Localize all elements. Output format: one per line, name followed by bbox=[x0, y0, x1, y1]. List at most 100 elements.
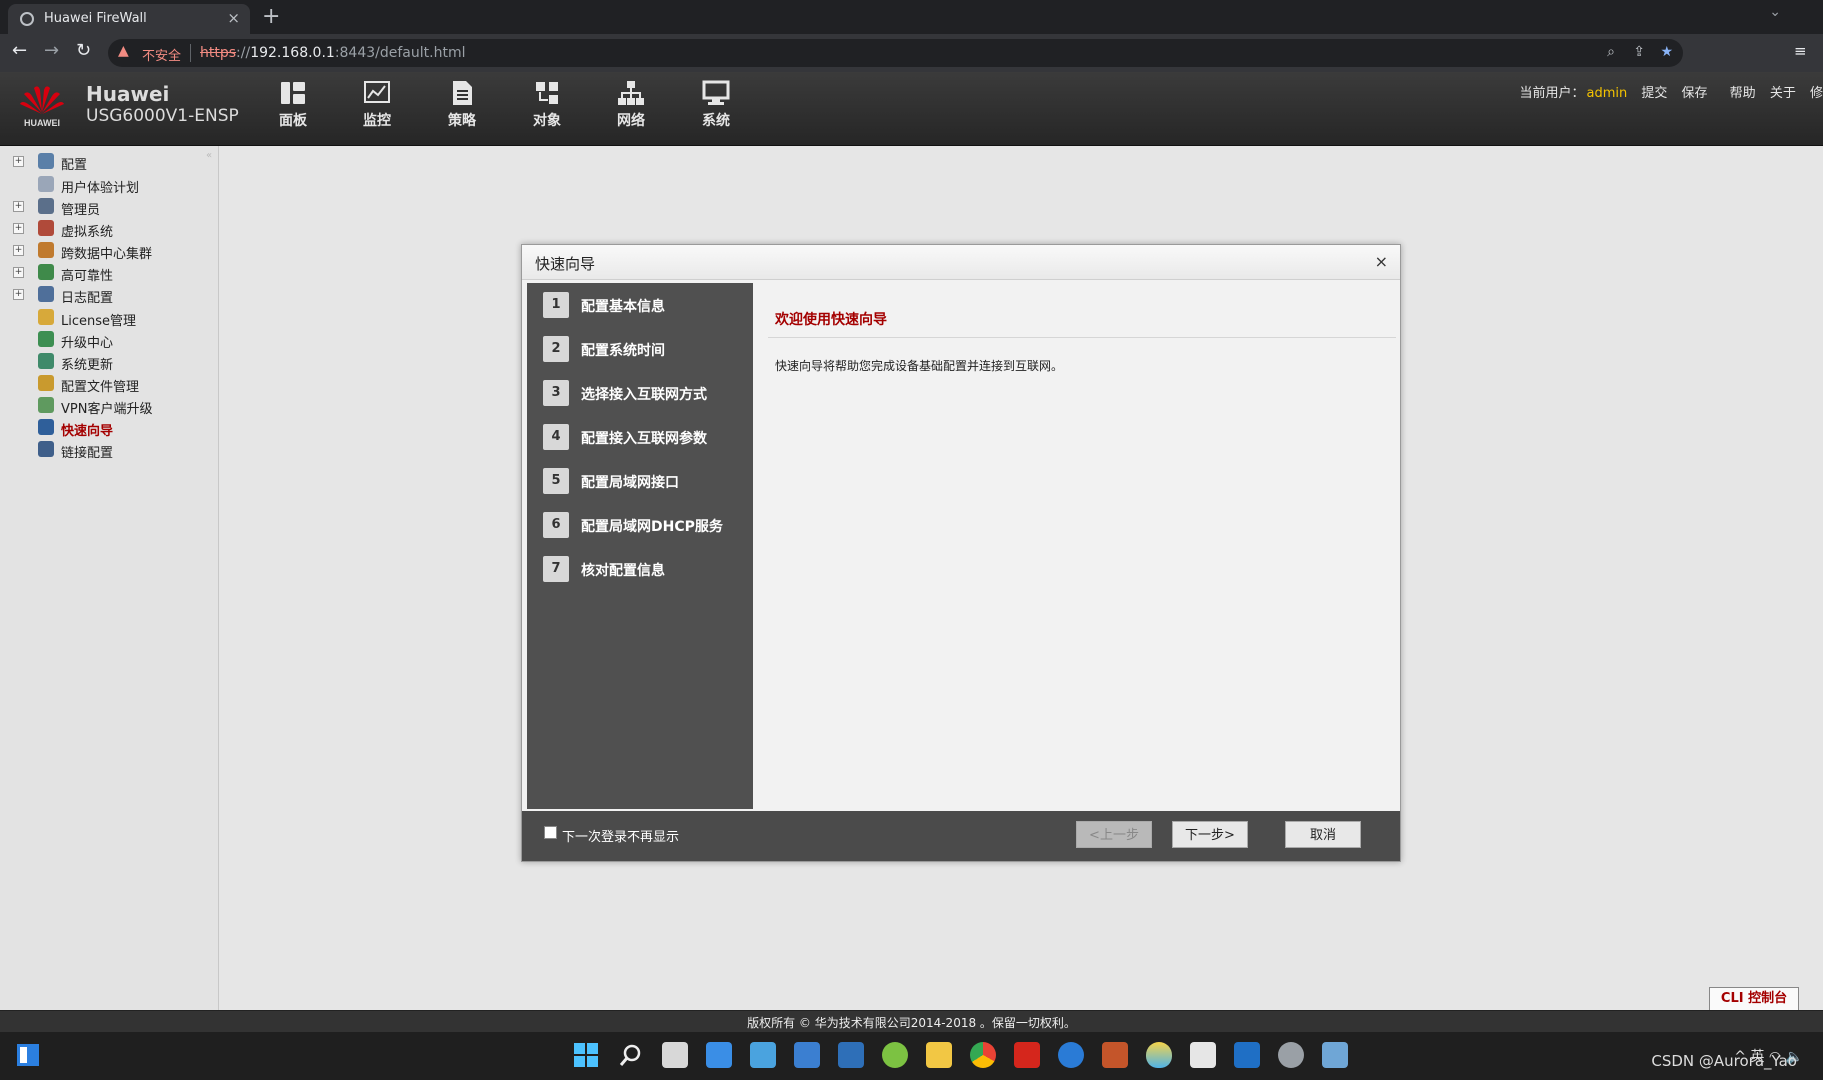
address-toolbar: ← → ↻ ▲ 不安全 https://192.168.0.1:8443/def… bbox=[0, 34, 1823, 72]
step-label: 配置局域网DHCP服务 bbox=[581, 519, 723, 535]
sidebar-item[interactable]: + 管理员 bbox=[0, 195, 218, 219]
zoom-icon[interactable]: ⌕ bbox=[1607, 44, 1615, 60]
collapse-sidebar-icon[interactable]: « bbox=[206, 150, 212, 161]
expand-plus-icon[interactable]: + bbox=[13, 245, 24, 256]
chrome-icon[interactable] bbox=[970, 1042, 996, 1068]
start-windows-icon[interactable] bbox=[573, 1042, 599, 1068]
sidebar-item[interactable]: 用户体验计划 bbox=[0, 173, 218, 197]
url-text[interactable]: https://192.168.0.1:8443/default.html bbox=[200, 45, 465, 61]
windows-widgets-icon[interactable] bbox=[17, 1044, 39, 1066]
tab-search-chevron-icon[interactable]: ⌄ bbox=[1769, 4, 1781, 20]
star-bookmark-icon[interactable]: ★ bbox=[1660, 44, 1673, 60]
nav-label: 对象 bbox=[533, 113, 561, 129]
policy-icon bbox=[453, 81, 472, 105]
sidebar-item[interactable]: + 高可靠性 bbox=[0, 261, 218, 285]
sidebar-item[interactable]: + 虚拟系统 bbox=[0, 217, 218, 241]
save-link[interactable]: 保存 bbox=[1682, 86, 1708, 101]
dialog-title: 快速向导 bbox=[535, 255, 596, 273]
settings-icon[interactable] bbox=[1278, 1042, 1304, 1068]
dialog-close-icon[interactable]: × bbox=[1375, 252, 1388, 271]
sidebar-item[interactable]: VPN客户端升级 bbox=[0, 394, 218, 418]
dont-show-again-label[interactable]: 下一次登录不再显示 bbox=[562, 826, 679, 845]
sidebar-item-label: 日志配置 bbox=[61, 291, 114, 306]
heading-divider bbox=[768, 337, 1396, 338]
nav-system[interactable]: 系统 bbox=[686, 80, 746, 130]
nav-monitor[interactable]: 监控 bbox=[347, 80, 407, 130]
tree-node-icon bbox=[38, 309, 54, 325]
prev-step-button[interactable]: <上一步 bbox=[1076, 821, 1152, 848]
browser-tab[interactable]: Huawei FireWall × bbox=[8, 4, 250, 34]
snipping-tool-icon[interactable] bbox=[1190, 1042, 1216, 1068]
tree-node-icon bbox=[38, 375, 54, 391]
expand-plus-icon[interactable]: + bbox=[13, 223, 24, 234]
tree-node-icon bbox=[38, 153, 54, 169]
file-explorer-icon[interactable] bbox=[926, 1042, 952, 1068]
virtualbox-icon[interactable] bbox=[794, 1042, 820, 1068]
app-icon[interactable] bbox=[882, 1042, 908, 1068]
nav-policy[interactable]: 策略 bbox=[432, 80, 492, 130]
share-icon[interactable]: ⇪ bbox=[1633, 44, 1645, 60]
step-number: 4 bbox=[543, 424, 569, 450]
modify-link[interactable]: 修 bbox=[1810, 86, 1823, 101]
search-icon[interactable] bbox=[618, 1042, 644, 1068]
nav-label: 面板 bbox=[279, 113, 307, 129]
tab-title: Huawei FireWall bbox=[44, 11, 147, 26]
step-label: 配置基本信息 bbox=[581, 299, 665, 315]
current-username: admin bbox=[1586, 86, 1628, 101]
forward-arrow-icon[interactable]: → bbox=[44, 40, 59, 61]
insecure-label[interactable]: 不安全 bbox=[142, 45, 181, 64]
tree-node-icon bbox=[38, 220, 54, 236]
url-separator bbox=[190, 44, 191, 62]
expand-plus-icon[interactable]: + bbox=[13, 156, 24, 167]
sidebar-item[interactable]: 快速向导 bbox=[0, 416, 218, 440]
tree-node-icon bbox=[38, 331, 54, 347]
huawei-logo: HUAWEI bbox=[20, 86, 64, 128]
photos-icon[interactable] bbox=[1234, 1042, 1260, 1068]
back-arrow-icon[interactable]: ← bbox=[12, 40, 27, 61]
sidebar-item[interactable]: 升级中心 bbox=[0, 328, 218, 352]
expand-plus-icon[interactable]: + bbox=[13, 267, 24, 278]
tab-close-button[interactable]: × bbox=[227, 9, 240, 27]
url-bar[interactable]: ▲ 不安全 https://192.168.0.1:8443/default.h… bbox=[108, 39, 1683, 67]
new-tab-button[interactable]: + bbox=[262, 4, 280, 29]
sidebar-item[interactable]: 系统更新 bbox=[0, 350, 218, 374]
next-step-button[interactable]: 下一步> bbox=[1172, 821, 1248, 848]
sidebar-item[interactable]: 配置文件管理 bbox=[0, 372, 218, 396]
sidebar-item[interactable]: 链接配置 bbox=[0, 438, 218, 462]
store-icon[interactable] bbox=[706, 1042, 732, 1068]
egg-app-icon[interactable] bbox=[1146, 1042, 1172, 1068]
cli-console-button[interactable]: CLI 控制台 bbox=[1709, 987, 1799, 1010]
sidebar-item[interactable]: + 跨数据中心集群 bbox=[0, 239, 218, 263]
nav-dashboard[interactable]: 面板 bbox=[263, 80, 323, 130]
help-link[interactable]: 帮助 bbox=[1730, 86, 1756, 101]
expand-plus-icon[interactable]: + bbox=[13, 201, 24, 212]
submit-link[interactable]: 提交 bbox=[1641, 86, 1667, 101]
about-link[interactable]: 关于 bbox=[1770, 86, 1796, 101]
dont-show-again-checkbox[interactable] bbox=[544, 826, 557, 839]
expand-plus-icon[interactable]: + bbox=[13, 289, 24, 300]
cancel-button[interactable]: 取消 bbox=[1285, 821, 1361, 848]
control-panel-icon[interactable] bbox=[750, 1042, 776, 1068]
nav-object[interactable]: 对象 bbox=[517, 80, 577, 130]
ensp-icon[interactable] bbox=[838, 1042, 864, 1068]
nav-network[interactable]: 网络 bbox=[601, 80, 661, 130]
sidebar-item[interactable]: + 配置 bbox=[0, 150, 218, 174]
tree-node-icon bbox=[38, 264, 54, 280]
reading-list-icon[interactable]: ≡ bbox=[1794, 42, 1807, 60]
sidebar-item[interactable]: + 日志配置 bbox=[0, 283, 218, 307]
step-number: 6 bbox=[543, 512, 569, 538]
resource-monitor-icon[interactable] bbox=[1322, 1042, 1348, 1068]
settings-gear-app-icon[interactable] bbox=[1058, 1042, 1084, 1068]
sidebar-item[interactable]: License管理 bbox=[0, 306, 218, 330]
tree-node-icon bbox=[38, 353, 54, 369]
task-view-icon[interactable] bbox=[662, 1042, 688, 1068]
winrar-icon[interactable] bbox=[1102, 1042, 1128, 1068]
step-number: 3 bbox=[543, 380, 569, 406]
tree-node-icon bbox=[38, 419, 54, 435]
reload-icon[interactable]: ↻ bbox=[76, 40, 91, 61]
acrobat-icon[interactable] bbox=[1014, 1042, 1040, 1068]
dialog-titlebar[interactable]: 快速向导 × bbox=[522, 245, 1400, 280]
quick-wizard-dialog: 快速向导 × 1 配置基本信息 2 配置系统时间 3 选择接入互联网方式 4 配置接入互联网参… bbox=[521, 244, 1401, 862]
url-scheme-separator: :// bbox=[236, 45, 251, 61]
tree-node-icon bbox=[38, 441, 54, 457]
